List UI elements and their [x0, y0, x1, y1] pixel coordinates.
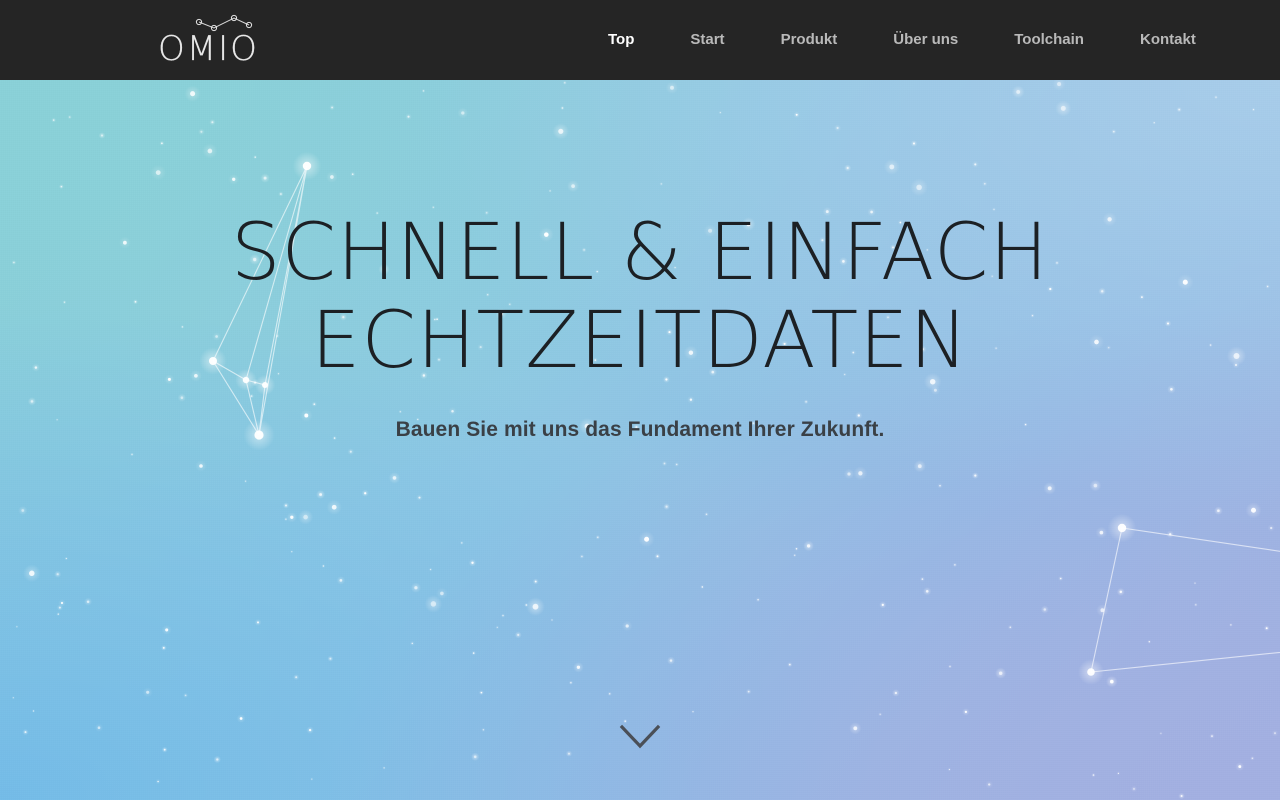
nav-item-produkt[interactable]: Produkt	[753, 0, 866, 80]
hero-section: SCHNELL & EINFACH ECHTZEITDATEN Bauen Si…	[0, 80, 1280, 800]
nav-item-ueber-uns[interactable]: Über uns	[865, 0, 986, 80]
nav-item-start[interactable]: Start	[662, 0, 752, 80]
page-title: SCHNELL & EINFACH ECHTZEITDATEN	[231, 209, 1049, 385]
hero-title-line-1: SCHNELL & EINFACH	[230, 208, 1050, 298]
brand-wordmark: OMIO	[158, 29, 259, 69]
site-header: OMIO Top Start Produkt Über uns Toolchai…	[0, 0, 1280, 80]
hero-content: SCHNELL & EINFACH ECHTZEITDATEN Bauen Si…	[0, 80, 1280, 800]
brand-logo[interactable]: OMIO	[158, 14, 288, 66]
hero-subtitle: Bauen Sie mit uns das Fundament Ihrer Zu…	[395, 418, 885, 441]
hero-title-line-2: ECHTZEITDATEN	[311, 296, 969, 386]
nav-item-kontakt[interactable]: Kontakt	[1112, 0, 1224, 80]
nav-item-toolchain[interactable]: Toolchain	[986, 0, 1112, 80]
nav-item-top[interactable]: Top	[580, 0, 662, 80]
main-nav: Top Start Produkt Über uns Toolchain Kon…	[580, 0, 1224, 80]
